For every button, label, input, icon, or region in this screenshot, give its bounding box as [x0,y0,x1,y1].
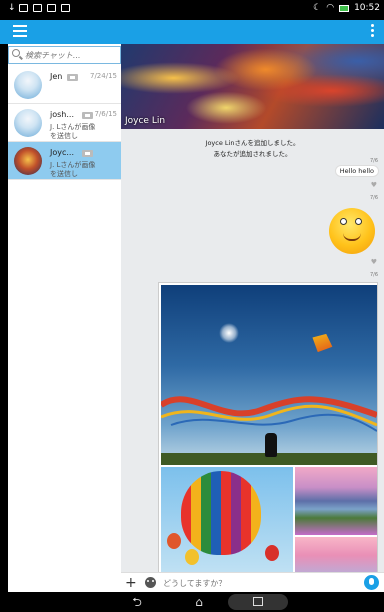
emoji-icon[interactable] [145,577,156,588]
message-timestamp: 7/6 [369,272,378,278]
microphone-icon[interactable] [364,575,379,590]
navigation-bar: ⮌ ⌂ [0,592,384,612]
sticker-mouth [343,233,361,241]
hot-air-balloon [181,471,261,555]
chat-item-jen[interactable]: Jen 7/24/15 [8,66,121,104]
download-icon: ↓ [8,3,16,13]
moon-icon: ☾ [313,3,322,13]
search-icon [12,49,20,57]
small-balloon [185,549,199,565]
sticker-eye [340,218,347,225]
status-bar: ↓ ☾ ◠ 10:52 [0,0,384,20]
avatar [14,71,42,99]
chat-name: josh... [50,110,74,119]
person-silhouette [265,433,277,457]
image-icon [19,4,28,12]
notification-icons: ↓ [8,3,70,13]
battery-icon [339,4,350,12]
kite-ribbon [161,396,377,432]
smiley-sticker[interactable] [329,208,375,254]
app-bar [0,20,384,44]
recent-apps-icon [253,597,263,606]
search-box[interactable] [8,46,121,64]
avatar [14,109,42,137]
mail-icon [33,4,42,12]
message-timestamp: 7/6 [369,158,378,164]
heart-icon[interactable]: ♥ [371,181,377,189]
heart-icon[interactable]: ♥ [371,258,377,266]
contact-card-icon [67,74,78,81]
chat-preview: J. Lさんが画像を送信し [50,161,96,178]
photo-message[interactable] [158,282,378,583]
kite-shape [308,329,336,356]
recent-apps-button[interactable] [228,594,288,610]
system-message: Joyce Linさんを追加しました。 [205,139,300,147]
message-bubble[interactable]: Hello hello [334,165,379,177]
shield-icon [61,4,70,12]
wifi-icon: ◠ [326,3,335,13]
chat-date: 7/24/15 [90,72,117,80]
search-input[interactable] [25,49,117,62]
small-balloon [167,533,181,549]
sun-shape [219,323,239,343]
chat-item-joyce[interactable]: Joyc... J. Lさんが画像を送信し [8,142,121,180]
clock-text: 10:52 [354,3,380,13]
avatar [14,147,42,175]
contact-card-icon [82,150,93,157]
cloud-icon [47,4,56,12]
small-balloon [265,545,279,561]
kite-photo[interactable] [161,285,377,465]
lake-photo[interactable] [295,467,377,535]
contact-card-icon [82,112,93,119]
back-icon[interactable]: ⮌ [126,594,148,610]
chat-date: 7/6/15 [94,110,117,118]
home-icon[interactable]: ⌂ [188,594,210,610]
overflow-menu-icon[interactable] [371,24,375,38]
chat-item-josh[interactable]: josh... 7/6/15 J. Lさんが画像を送信し [8,104,121,142]
conversation-title: Joyce Lin [125,116,166,126]
system-message: あなたが追加されました。 [213,150,292,158]
plus-icon[interactable]: + [125,576,137,590]
message-timestamp: 7/6 [369,195,378,201]
cover-photo: Joyce Lin [121,44,384,129]
message-composer: + [121,572,384,592]
chat-name: Joyc... [50,148,75,157]
sticker-eye [355,218,362,225]
system-icons: ☾ ◠ 10:52 [313,3,380,13]
chat-preview: J. Lさんが画像を送信し [50,123,96,140]
conversation-pane: Joyce Lin Joyce Linさんを追加しました。 あなたが追加されまし… [121,44,384,592]
chat-list-sidebar: Jen 7/24/15 josh... 7/6/15 J. Lさんが画像を送信し… [8,44,121,592]
hamburger-menu-icon[interactable] [13,25,27,37]
balloon-photo[interactable] [161,467,293,583]
chat-name: Jen [50,72,63,81]
message-input[interactable] [163,576,353,590]
